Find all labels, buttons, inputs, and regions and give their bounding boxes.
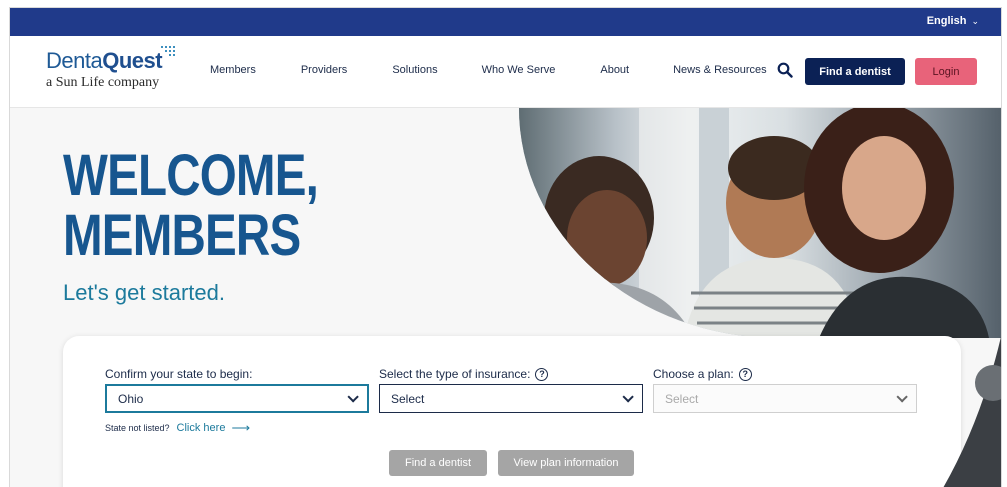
- click-here-text: Click here: [176, 422, 226, 434]
- plan-label-text: Choose a plan:: [653, 367, 734, 381]
- arrow-right-icon: ⟶: [231, 420, 251, 435]
- view-plan-information-button[interactable]: View plan information: [498, 450, 634, 476]
- utility-bar: English ⌄: [10, 8, 1001, 36]
- plan-field: Choose a plan: ? Select: [653, 366, 917, 413]
- insurance-type-select[interactable]: Select: [379, 384, 643, 413]
- site-header: DentaQuest a Sun Life company Members Pr…: [10, 36, 1001, 108]
- state-field: Confirm your state to begin: Ohio: [105, 366, 369, 413]
- state-select[interactable]: Ohio: [105, 384, 369, 413]
- nav-item-about[interactable]: About: [600, 64, 629, 76]
- click-here-link[interactable]: Click here ⟶: [176, 420, 251, 435]
- state-select-value: Ohio: [118, 391, 144, 406]
- nav-item-news-resources[interactable]: News & Resources: [673, 64, 767, 76]
- chevron-down-icon: [622, 390, 634, 403]
- nav-item-members[interactable]: Members: [210, 64, 256, 76]
- nav-item-who-we-serve[interactable]: Who We Serve: [482, 64, 556, 76]
- find-a-dentist-button[interactable]: Find a dentist: [805, 58, 905, 85]
- state-label-text: Confirm your state to begin:: [105, 367, 253, 381]
- hero-title: WELCOME, MEMBERS: [63, 143, 319, 268]
- logo-wordmark: DentaQuest: [46, 46, 176, 74]
- help-icon[interactable]: ?: [738, 367, 752, 381]
- chevron-down-icon: [896, 390, 908, 403]
- hero-subtitle: Let's get started.: [63, 280, 225, 305]
- logo-tagline: a Sun Life company: [46, 75, 160, 90]
- logo-brand-bold: Quest: [102, 48, 163, 73]
- hero-title-line1: WELCOME,: [63, 143, 319, 208]
- decorative-photo-corner: [943, 336, 1001, 487]
- insurance-label-text: Select the type of insurance:: [379, 367, 531, 381]
- family-photo: [519, 108, 1001, 338]
- browser-viewport: English ⌄ DentaQuest a Sun Life company …: [9, 7, 1002, 487]
- insurance-field: Select the type of insurance: ? Select: [379, 366, 643, 413]
- plan-finder-card: Confirm your state to begin: Ohio Select…: [63, 336, 961, 487]
- plan-select-value: Select: [665, 391, 699, 406]
- insurance-select-value: Select: [391, 391, 425, 406]
- plan-select: Select: [653, 384, 917, 413]
- chevron-down-icon: [347, 390, 359, 403]
- main-nav: Members Providers Solutions Who We Serve…: [210, 64, 767, 76]
- chevron-down-icon: ⌄: [971, 15, 979, 26]
- language-selector[interactable]: English ⌄: [927, 15, 979, 27]
- plan-label: Choose a plan: ?: [653, 366, 917, 382]
- state-label: Confirm your state to begin:: [105, 366, 369, 382]
- language-label: English: [926, 15, 967, 27]
- login-button[interactable]: Login: [915, 58, 977, 85]
- hero-section: WELCOME, MEMBERS Let's get started. Conf…: [10, 108, 1001, 487]
- dentaquest-logo[interactable]: DentaQuest a Sun Life company: [46, 46, 176, 91]
- help-icon[interactable]: ?: [535, 367, 549, 381]
- nav-item-providers[interactable]: Providers: [301, 64, 347, 76]
- find-a-dentist-disabled-button[interactable]: Find a dentist: [389, 450, 487, 476]
- hero-title-line2: MEMBERS: [63, 203, 301, 268]
- logo-dots-icon: [161, 46, 176, 58]
- insurance-label: Select the type of insurance: ?: [379, 366, 643, 382]
- logo-brand-light: Denta: [46, 48, 103, 73]
- search-icon[interactable]: [777, 62, 793, 78]
- state-not-listed-text: State not listed?: [105, 423, 170, 433]
- nav-item-solutions[interactable]: Solutions: [392, 64, 437, 76]
- state-not-listed: State not listed? Click here ⟶: [105, 420, 251, 435]
